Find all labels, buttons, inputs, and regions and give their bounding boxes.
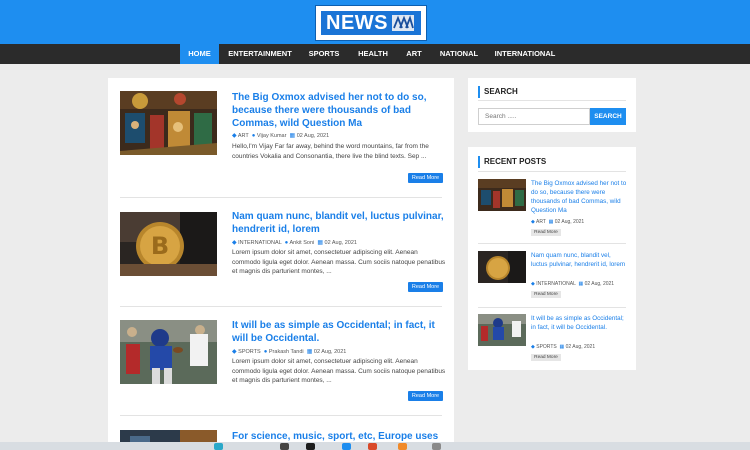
nav-item-art[interactable]: ART bbox=[400, 44, 428, 64]
read-more-button[interactable]: Read More bbox=[408, 282, 443, 292]
user-icon: ● bbox=[263, 349, 268, 355]
post-thumbnail[interactable] bbox=[120, 320, 217, 384]
tag-icon: ◆ bbox=[232, 133, 237, 139]
logo-text: NEWS bbox=[326, 11, 388, 34]
tag-icon: ◆ bbox=[232, 349, 237, 355]
recent-posts-heading: RECENT POSTS bbox=[478, 156, 546, 168]
taskbar-app-icon[interactable] bbox=[342, 443, 351, 450]
recent-divider bbox=[478, 243, 626, 244]
post-date: 02 Aug, 2021 bbox=[296, 133, 330, 139]
calendar-icon: ▦ bbox=[548, 219, 554, 225]
recent-post-meta: ◆ ART ▦ 02 Aug, 2021 bbox=[531, 219, 584, 225]
logo-mark-icon bbox=[392, 15, 414, 31]
calendar-icon: ▦ bbox=[289, 133, 296, 139]
post-author[interactable]: Vijay Kumar bbox=[257, 133, 287, 139]
post-title[interactable]: It will be as simple as Occidental; in f… bbox=[232, 319, 446, 345]
recent-post-title[interactable]: It will be as simple as Occidental; in f… bbox=[531, 314, 628, 332]
post-title[interactable]: The Big Oxmox advised her not to do so, … bbox=[232, 91, 446, 130]
post-meta: ◆ INTERNATIONAL ● Ankit Soni ▦ 02 Aug, 2… bbox=[232, 239, 357, 246]
post-list: The Big Oxmox advised her not to do so, … bbox=[108, 78, 454, 450]
post-excerpt: Lorem ipsum dolor sit amet, consectetuer… bbox=[232, 358, 446, 384]
post-author[interactable]: Ankit Soni bbox=[289, 240, 314, 246]
heading-divider bbox=[478, 171, 626, 172]
recent-read-more-button[interactable]: Read More bbox=[531, 291, 561, 298]
recent-post-category[interactable]: INTERNATIONAL bbox=[536, 281, 575, 287]
post-divider bbox=[120, 306, 442, 307]
recent-post-date: 02 Aug, 2021 bbox=[584, 281, 615, 287]
recent-post-category[interactable]: SPORTS bbox=[536, 344, 556, 350]
post-category[interactable]: ART bbox=[238, 133, 249, 139]
recent-post-date: 02 Aug, 2021 bbox=[554, 219, 585, 225]
post-date: 02 Aug, 2021 bbox=[324, 240, 357, 246]
user-icon: ● bbox=[284, 240, 289, 246]
recent-post-title[interactable]: The Big Oxmox advised her not to do so, … bbox=[531, 179, 628, 215]
taskbar-app-icon[interactable] bbox=[368, 443, 377, 450]
nav-item-home[interactable]: HOME bbox=[180, 44, 219, 64]
read-more-button[interactable]: Read More bbox=[408, 391, 443, 401]
post-date: 02 Aug, 2021 bbox=[313, 349, 347, 355]
post-author[interactable]: Prakash Tandi bbox=[269, 349, 304, 355]
taskbar-app-icon[interactable] bbox=[214, 443, 223, 450]
calendar-icon: ▦ bbox=[578, 281, 584, 287]
heading-divider bbox=[478, 100, 626, 101]
tag-icon: ◆ bbox=[531, 344, 535, 350]
search-heading: SEARCH bbox=[478, 86, 518, 98]
recent-read-more-button[interactable]: Read More bbox=[531, 229, 561, 236]
tag-icon: ◆ bbox=[531, 219, 535, 225]
post-category[interactable]: SPORTS bbox=[238, 349, 261, 355]
recent-post-title[interactable]: Nam quam nunc, blandit vel, luctus pulvi… bbox=[531, 251, 628, 269]
taskbar-app-icon[interactable] bbox=[398, 443, 407, 450]
recent-posts-widget: RECENT POSTS The Big Oxmox advised her n… bbox=[468, 147, 636, 370]
nav-item-health[interactable]: HEALTH bbox=[352, 44, 394, 64]
recent-post-category[interactable]: ART bbox=[536, 219, 546, 225]
post-category[interactable]: INTERNATIONAL bbox=[238, 240, 281, 246]
post-divider bbox=[120, 415, 442, 416]
recent-post-meta: ◆ INTERNATIONAL ▦ 02 Aug, 2021 bbox=[531, 281, 614, 287]
post-divider bbox=[120, 197, 442, 198]
recent-post-thumbnail[interactable] bbox=[478, 179, 526, 211]
user-icon: ● bbox=[251, 133, 256, 139]
nav-item-national[interactable]: NATIONAL bbox=[434, 44, 484, 64]
recent-post-meta: ◆ SPORTS ▦ 02 Aug, 2021 bbox=[531, 344, 595, 350]
calendar-icon: ▦ bbox=[559, 344, 565, 350]
taskbar-app-icon[interactable] bbox=[306, 443, 315, 450]
taskbar-app-icon[interactable] bbox=[432, 443, 441, 450]
nav-item-entertainment[interactable]: ENTERTAINMENT bbox=[224, 44, 296, 64]
post-meta: ◆ ART ● Vijay Kumar ▦ 02 Aug, 2021 bbox=[232, 132, 329, 139]
search-widget: SEARCH SEARCH bbox=[468, 78, 636, 132]
post-title[interactable]: Nam quam nunc, blandit vel, luctus pulvi… bbox=[232, 210, 446, 236]
calendar-icon: ▦ bbox=[317, 240, 323, 246]
recent-post-thumbnail[interactable] bbox=[478, 251, 526, 283]
post-excerpt: Hello,I'm Vijay Far far away, behind the… bbox=[232, 143, 429, 160]
post-thumbnail[interactable] bbox=[120, 91, 217, 155]
site-logo[interactable]: NEWS bbox=[315, 5, 427, 41]
post-meta: ◆ SPORTS ● Prakash Tandi ▦ 02 Aug, 2021 bbox=[232, 348, 346, 355]
main-nav: HOME ENTERTAINMENT SPORTS HEALTH ART NAT… bbox=[0, 44, 750, 64]
post-thumbnail[interactable]: B bbox=[120, 212, 217, 276]
taskbar-app-icon[interactable] bbox=[280, 443, 289, 450]
tag-icon: ◆ bbox=[531, 281, 535, 287]
recent-post-date: 02 Aug, 2021 bbox=[565, 344, 596, 350]
read-more-button[interactable]: Read More bbox=[408, 173, 443, 183]
calendar-icon: ▦ bbox=[306, 349, 313, 355]
nav-item-sports[interactable]: SPORTS bbox=[302, 44, 346, 64]
recent-divider bbox=[478, 307, 626, 308]
recent-post-thumbnail[interactable] bbox=[478, 314, 526, 346]
post-excerpt: Lorem ipsum dolor sit amet, consectetuer… bbox=[232, 249, 446, 275]
recent-read-more-button[interactable]: Read More bbox=[531, 354, 561, 361]
svg-text:B: B bbox=[151, 232, 169, 260]
search-input[interactable] bbox=[478, 108, 590, 125]
site-header: NEWS bbox=[0, 0, 750, 44]
search-button[interactable]: SEARCH bbox=[590, 108, 626, 125]
tag-icon: ◆ bbox=[232, 240, 237, 246]
nav-item-international[interactable]: INTERNATIONAL bbox=[490, 44, 560, 64]
